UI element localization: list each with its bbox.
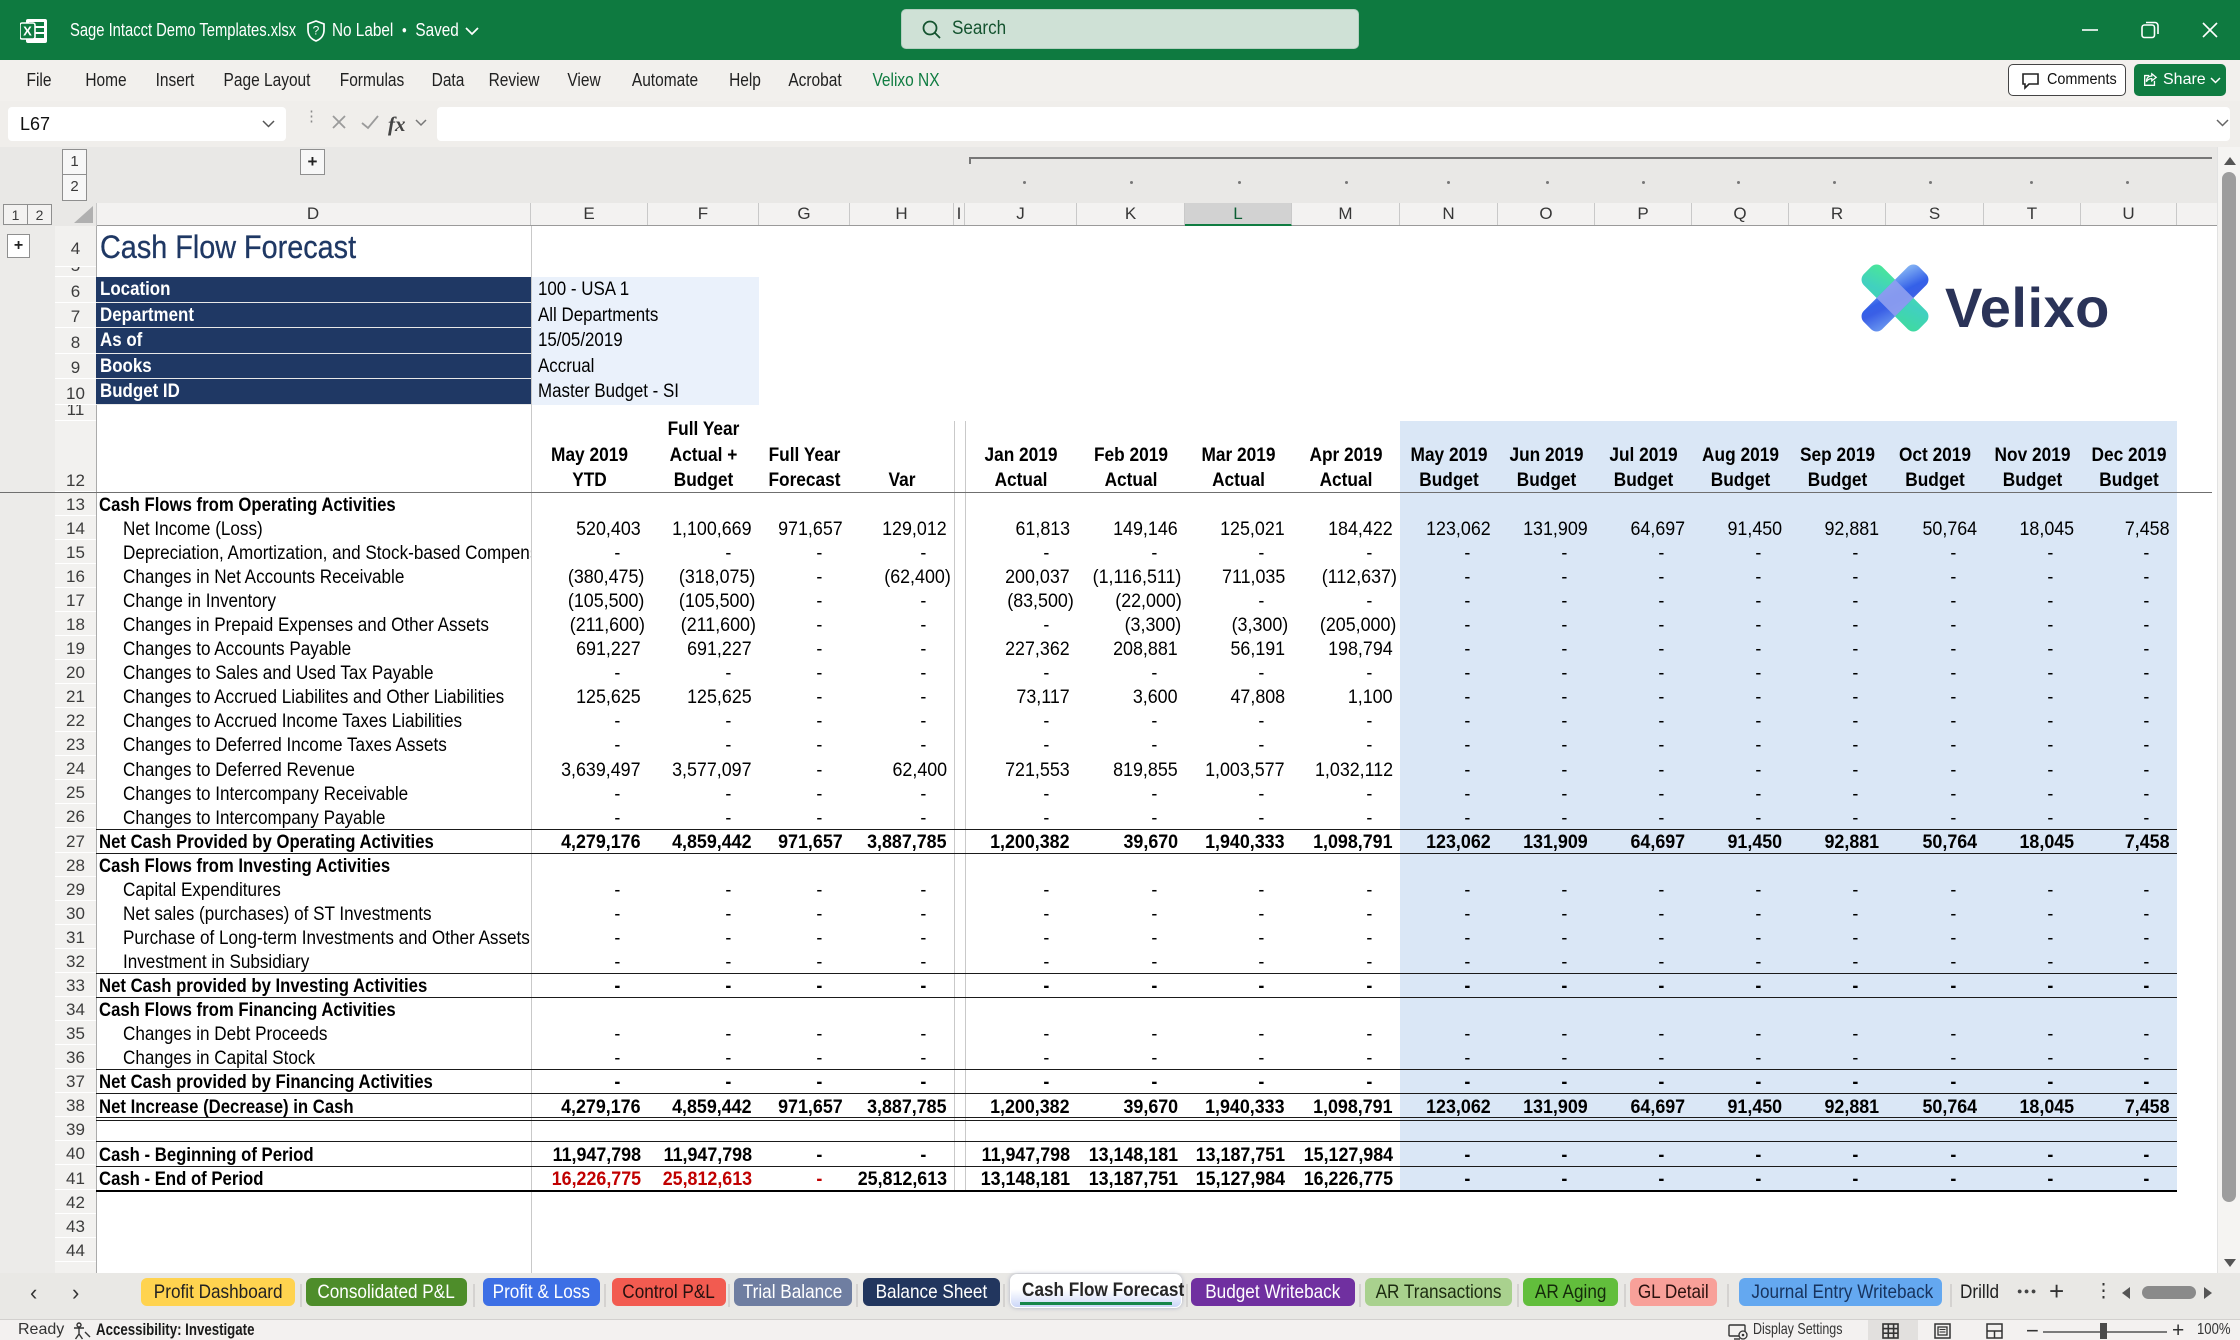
svg-text:X: X <box>23 24 32 39</box>
svg-text:?: ? <box>313 24 320 38</box>
svg-text:Velixo: Velixo <box>1945 276 2110 339</box>
